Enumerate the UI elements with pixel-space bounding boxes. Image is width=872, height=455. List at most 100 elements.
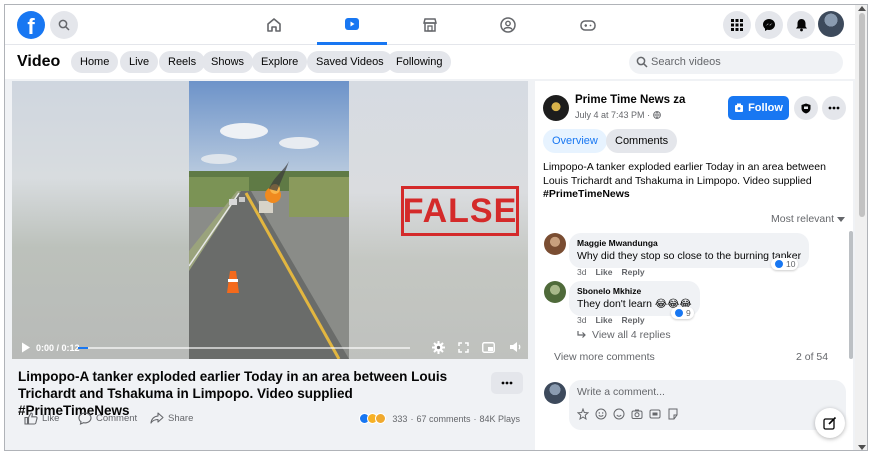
scroll-down-arrow-icon[interactable]: [858, 445, 866, 450]
user-avatar: [544, 382, 566, 404]
tab-live[interactable]: Live: [120, 51, 159, 73]
tab-explore[interactable]: Explore: [252, 51, 308, 73]
page-avatar[interactable]: [543, 95, 569, 121]
search-placeholder: Search videos: [651, 56, 721, 68]
browser-frame: f Video Home Live Reels Shows Explore Sa…: [4, 4, 868, 451]
nav-tab-marketplace[interactable]: [395, 5, 465, 45]
globe-icon: [652, 111, 661, 119]
comment-text: Why did they stop so close to the burnin…: [577, 250, 802, 262]
comment-like-button[interactable]: Like: [595, 267, 612, 277]
window-scrollbar[interactable]: [855, 5, 867, 450]
post-more-button[interactable]: [491, 372, 523, 394]
nav-tab-video[interactable]: [317, 5, 387, 45]
nav-tab-gaming[interactable]: [553, 5, 623, 45]
comment-author[interactable]: Sbonelo Mkhize: [577, 286, 692, 297]
smile-icon[interactable]: [613, 408, 625, 420]
window-scroll-thumb[interactable]: [859, 13, 865, 217]
comments-count[interactable]: 67 comments: [416, 414, 470, 424]
post-date-separator: ·: [647, 110, 651, 120]
camera-icon[interactable]: [631, 408, 643, 420]
search-videos-input[interactable]: Search videos: [629, 51, 843, 74]
false-stamp: FALSE: [401, 186, 519, 236]
post-actions: Like Comment Share 333 · 67 comments · 8…: [12, 403, 528, 437]
video-icon: [345, 17, 359, 30]
view-replies-link[interactable]: View all 4 replies: [577, 329, 671, 341]
caret-down-icon: [837, 216, 846, 222]
view-more-comments[interactable]: View more comments: [554, 351, 655, 363]
comment-label: Comment: [96, 413, 138, 424]
follow-button[interactable]: Follow: [728, 96, 789, 120]
tab-home[interactable]: Home: [71, 51, 119, 73]
page-name[interactable]: Prime Time News za: [575, 94, 685, 106]
bell-icon: [795, 19, 807, 32]
road-scene-image: [189, 81, 349, 359]
nav-tab-groups[interactable]: [473, 5, 543, 45]
tab-comments[interactable]: Comments: [606, 129, 678, 153]
tab-overview[interactable]: Overview: [543, 129, 607, 153]
shield-icon: [801, 103, 811, 113]
sort-label: Most relevant: [771, 213, 835, 225]
share-icon: [150, 412, 164, 424]
comment-author[interactable]: Maggie Mwandunga: [577, 238, 801, 249]
facebook-logo[interactable]: f: [17, 11, 45, 39]
new-message-button[interactable]: [815, 408, 845, 438]
comment-button[interactable]: Comment: [78, 412, 137, 425]
comment-like-button[interactable]: Like: [595, 315, 612, 325]
gif-icon[interactable]: [649, 408, 661, 420]
sort-dropdown[interactable]: Most relevant: [771, 213, 846, 225]
comment-reply-button[interactable]: Reply: [621, 315, 644, 325]
follow-label: Follow: [748, 102, 783, 114]
comment-age[interactable]: 3d: [577, 267, 586, 277]
comment-reply-button[interactable]: Reply: [621, 267, 644, 277]
progress-track[interactable]: [78, 347, 410, 349]
player-controls: 0:00 / 0:12: [12, 337, 528, 359]
marketplace-icon: [423, 18, 437, 32]
volume-icon[interactable]: [509, 341, 522, 353]
page-title: Video: [17, 53, 61, 70]
share-label: Share: [168, 412, 194, 424]
sad-reaction-icon: [375, 413, 387, 424]
tab-following[interactable]: Following: [387, 51, 452, 73]
search-button[interactable]: [50, 11, 78, 39]
gaming-icon: [580, 20, 596, 31]
notifications-button[interactable]: [787, 11, 815, 39]
comment-reaction-count[interactable]: 9: [671, 307, 694, 319]
video-frame: [189, 81, 349, 359]
tab-reels[interactable]: Reels: [159, 51, 206, 73]
like-button[interactable]: Like: [24, 412, 59, 425]
share-button[interactable]: Share: [150, 412, 193, 424]
avatar-sticker-icon[interactable]: [577, 408, 589, 420]
expand-icon[interactable]: [458, 342, 469, 353]
playback-time: 0:00 / 0:12: [36, 343, 80, 353]
play-icon[interactable]: [21, 342, 31, 353]
comment-composer[interactable]: Write a comment...: [569, 380, 846, 430]
scroll-up-arrow-icon[interactable]: [858, 6, 866, 11]
video-blur-left: [12, 81, 189, 359]
profile-avatar[interactable]: [818, 11, 844, 37]
emoji-icon[interactable]: [595, 408, 607, 420]
panel-scrollbar[interactable]: [849, 231, 853, 359]
panel-more-button[interactable]: [822, 96, 846, 120]
tab-saved-videos[interactable]: Saved Videos: [307, 51, 393, 73]
comment-age[interactable]: 3d: [577, 315, 586, 325]
commenter-avatar[interactable]: [544, 281, 566, 303]
hashtag-link[interactable]: #PrimeTimeNews: [543, 188, 630, 200]
follow-page-icon: [735, 103, 744, 112]
sticker-icon[interactable]: [667, 408, 679, 420]
reaction-icons[interactable]: [359, 413, 387, 424]
post-date[interactable]: July 4 at 7:43 PM ·: [575, 110, 661, 120]
picture-in-picture-icon[interactable]: [482, 342, 495, 353]
comment-reaction-count[interactable]: 10: [771, 258, 799, 270]
menu-grid-icon: [731, 19, 743, 31]
page-badge-button[interactable]: [794, 96, 818, 120]
settings-icon[interactable]: [432, 341, 445, 354]
menu-button[interactable]: [723, 11, 751, 39]
video-player[interactable]: FALSE 0:00 / 0:12: [12, 81, 528, 359]
reaction-count[interactable]: 333: [392, 414, 407, 424]
comments-pagination: 2 of 54: [796, 351, 829, 363]
tab-shows[interactable]: Shows: [202, 51, 254, 73]
commenter-avatar[interactable]: [544, 233, 566, 255]
nav-tab-home[interactable]: [239, 5, 309, 45]
messenger-button[interactable]: [755, 11, 783, 39]
messenger-icon: [763, 19, 775, 31]
